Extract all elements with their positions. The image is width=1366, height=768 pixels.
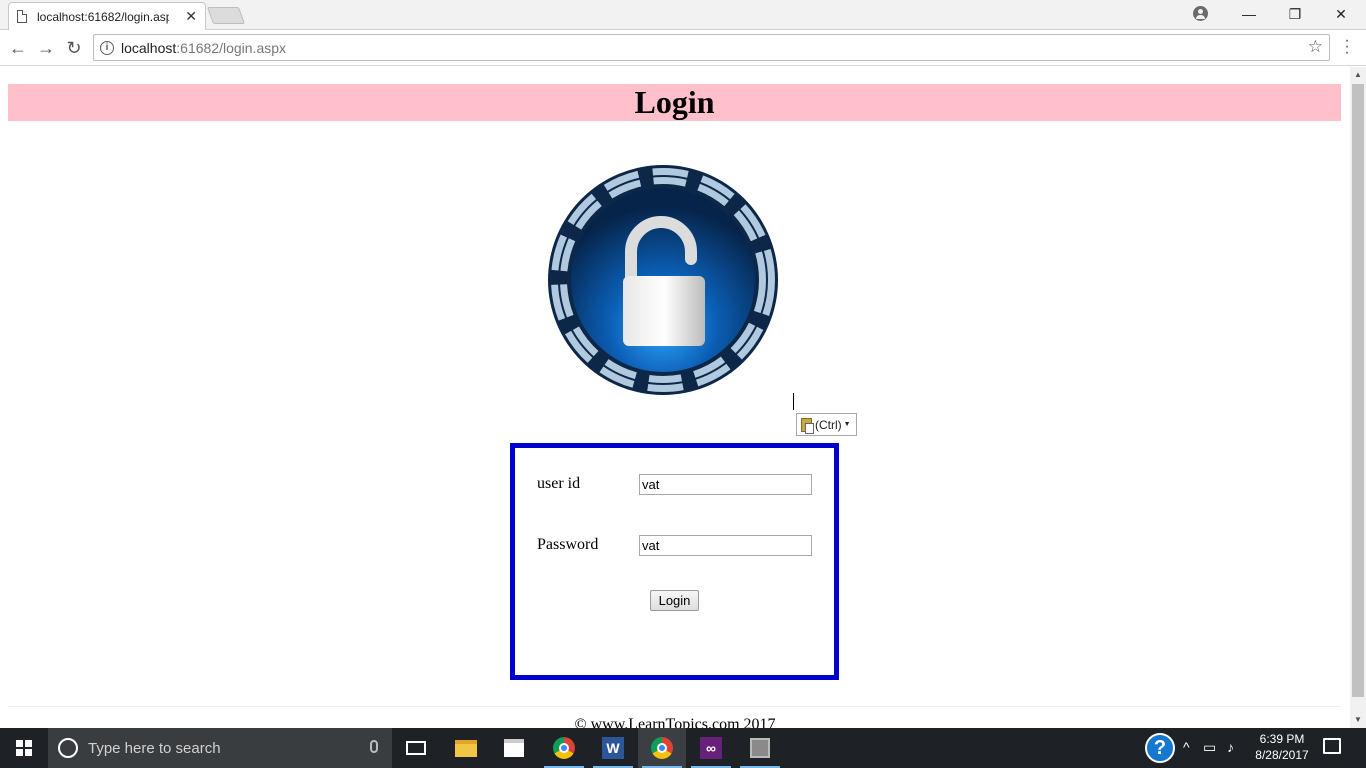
- store-icon: [504, 739, 524, 757]
- volume-icon[interactable]: ♪: [1227, 739, 1234, 755]
- paste-options-button[interactable]: (Ctrl) ▼: [796, 413, 857, 436]
- file-explorer-button[interactable]: [442, 728, 490, 768]
- windows-taskbar: Type here to search W ∞ ? ^ ▭ ♪ 6:39 PM …: [0, 728, 1366, 768]
- address-bar[interactable]: i localhost:61682/login.aspx ☆: [93, 34, 1330, 61]
- url-host: localhost: [121, 39, 177, 56]
- clock-time: 6:39 PM: [1259, 732, 1305, 746]
- browser-menu-icon[interactable]: · · ·: [1343, 33, 1351, 61]
- close-window-button[interactable]: ✕: [1318, 0, 1364, 28]
- url-path: :61682/login.aspx: [176, 39, 287, 56]
- taskbar-search-box[interactable]: Type here to search: [48, 728, 392, 768]
- document-icon: [17, 10, 27, 23]
- search-placeholder: Type here to search: [88, 739, 221, 757]
- browser-tab[interactable]: localhost:61682/login.aspx ✕: [8, 2, 206, 30]
- scrollbar-thumb[interactable]: [1352, 84, 1364, 697]
- chrome-icon: [651, 737, 673, 759]
- chevron-down-icon: ▼: [843, 421, 851, 428]
- notification-center-icon[interactable]: [1323, 738, 1341, 754]
- network-icon[interactable]: ▭: [1203, 739, 1216, 756]
- start-button[interactable]: [0, 728, 48, 768]
- browser-tab-strip: localhost:61682/login.aspx ✕ — ❐ ✕: [0, 0, 1366, 30]
- windows-logo-icon: [16, 740, 32, 756]
- info-icon[interactable]: i: [100, 40, 114, 55]
- login-button[interactable]: Login: [650, 590, 699, 611]
- forward-button[interactable]: →: [34, 36, 58, 60]
- back-button[interactable]: ←: [6, 36, 30, 60]
- lock-icon: [548, 165, 778, 395]
- chrome-active-taskbar-button[interactable]: [638, 728, 686, 768]
- bookmark-star-icon[interactable]: ☆: [1308, 37, 1323, 57]
- paste-label: (Ctrl): [815, 417, 842, 432]
- chevron-up-icon[interactable]: ^: [1183, 739, 1190, 755]
- password-label: Password: [537, 536, 599, 553]
- file-explorer-icon: [455, 739, 477, 757]
- userid-label: user id: [537, 475, 581, 492]
- scroll-up-arrow-icon[interactable]: ▲: [1354, 70, 1362, 79]
- visual-studio-taskbar-button[interactable]: ∞: [687, 728, 735, 768]
- tab-title: localhost:61682/login.aspx: [37, 9, 169, 24]
- visual-studio-icon: ∞: [700, 737, 722, 759]
- vertical-scrollbar[interactable]: ▲ ▼: [1350, 67, 1366, 728]
- clock-date: 8/28/2017: [1255, 748, 1309, 762]
- minimize-button[interactable]: —: [1226, 0, 1272, 28]
- login-form: user id Password Login: [510, 443, 839, 680]
- new-tab-button[interactable]: [206, 7, 246, 24]
- account-icon[interactable]: [1193, 6, 1208, 21]
- taskbar-clock[interactable]: 6:39 PM 8/28/2017: [1250, 731, 1314, 763]
- reload-button[interactable]: ↻: [62, 36, 86, 60]
- restore-button[interactable]: ❐: [1272, 0, 1318, 28]
- cortana-icon: [58, 738, 78, 758]
- clipboard-icon: [801, 417, 814, 434]
- text-caret: [793, 393, 794, 410]
- footer-divider: [8, 706, 1341, 707]
- store-button[interactable]: [490, 728, 538, 768]
- page-content: Login (Ctrl) ▼ user id Password: [0, 67, 1350, 733]
- tools-icon: [750, 738, 770, 758]
- userid-input[interactable]: [639, 474, 812, 495]
- task-view-button[interactable]: [392, 728, 440, 768]
- page-title: Login: [8, 84, 1341, 121]
- tools-taskbar-button[interactable]: [736, 728, 784, 768]
- password-input[interactable]: [639, 535, 812, 556]
- chrome-taskbar-button[interactable]: [540, 728, 588, 768]
- help-icon[interactable]: ?: [1145, 733, 1175, 763]
- task-view-icon: [406, 741, 426, 755]
- chrome-icon: [553, 737, 575, 759]
- microphone-icon[interactable]: [370, 740, 378, 753]
- tab-close-icon[interactable]: ✕: [185, 8, 197, 25]
- scroll-down-arrow-icon[interactable]: ▼: [1354, 715, 1362, 724]
- word-icon: W: [602, 737, 624, 759]
- word-taskbar-button[interactable]: W: [589, 728, 637, 768]
- browser-toolbar: ← → ↻ i localhost:61682/login.aspx ☆ · · ·: [0, 30, 1366, 66]
